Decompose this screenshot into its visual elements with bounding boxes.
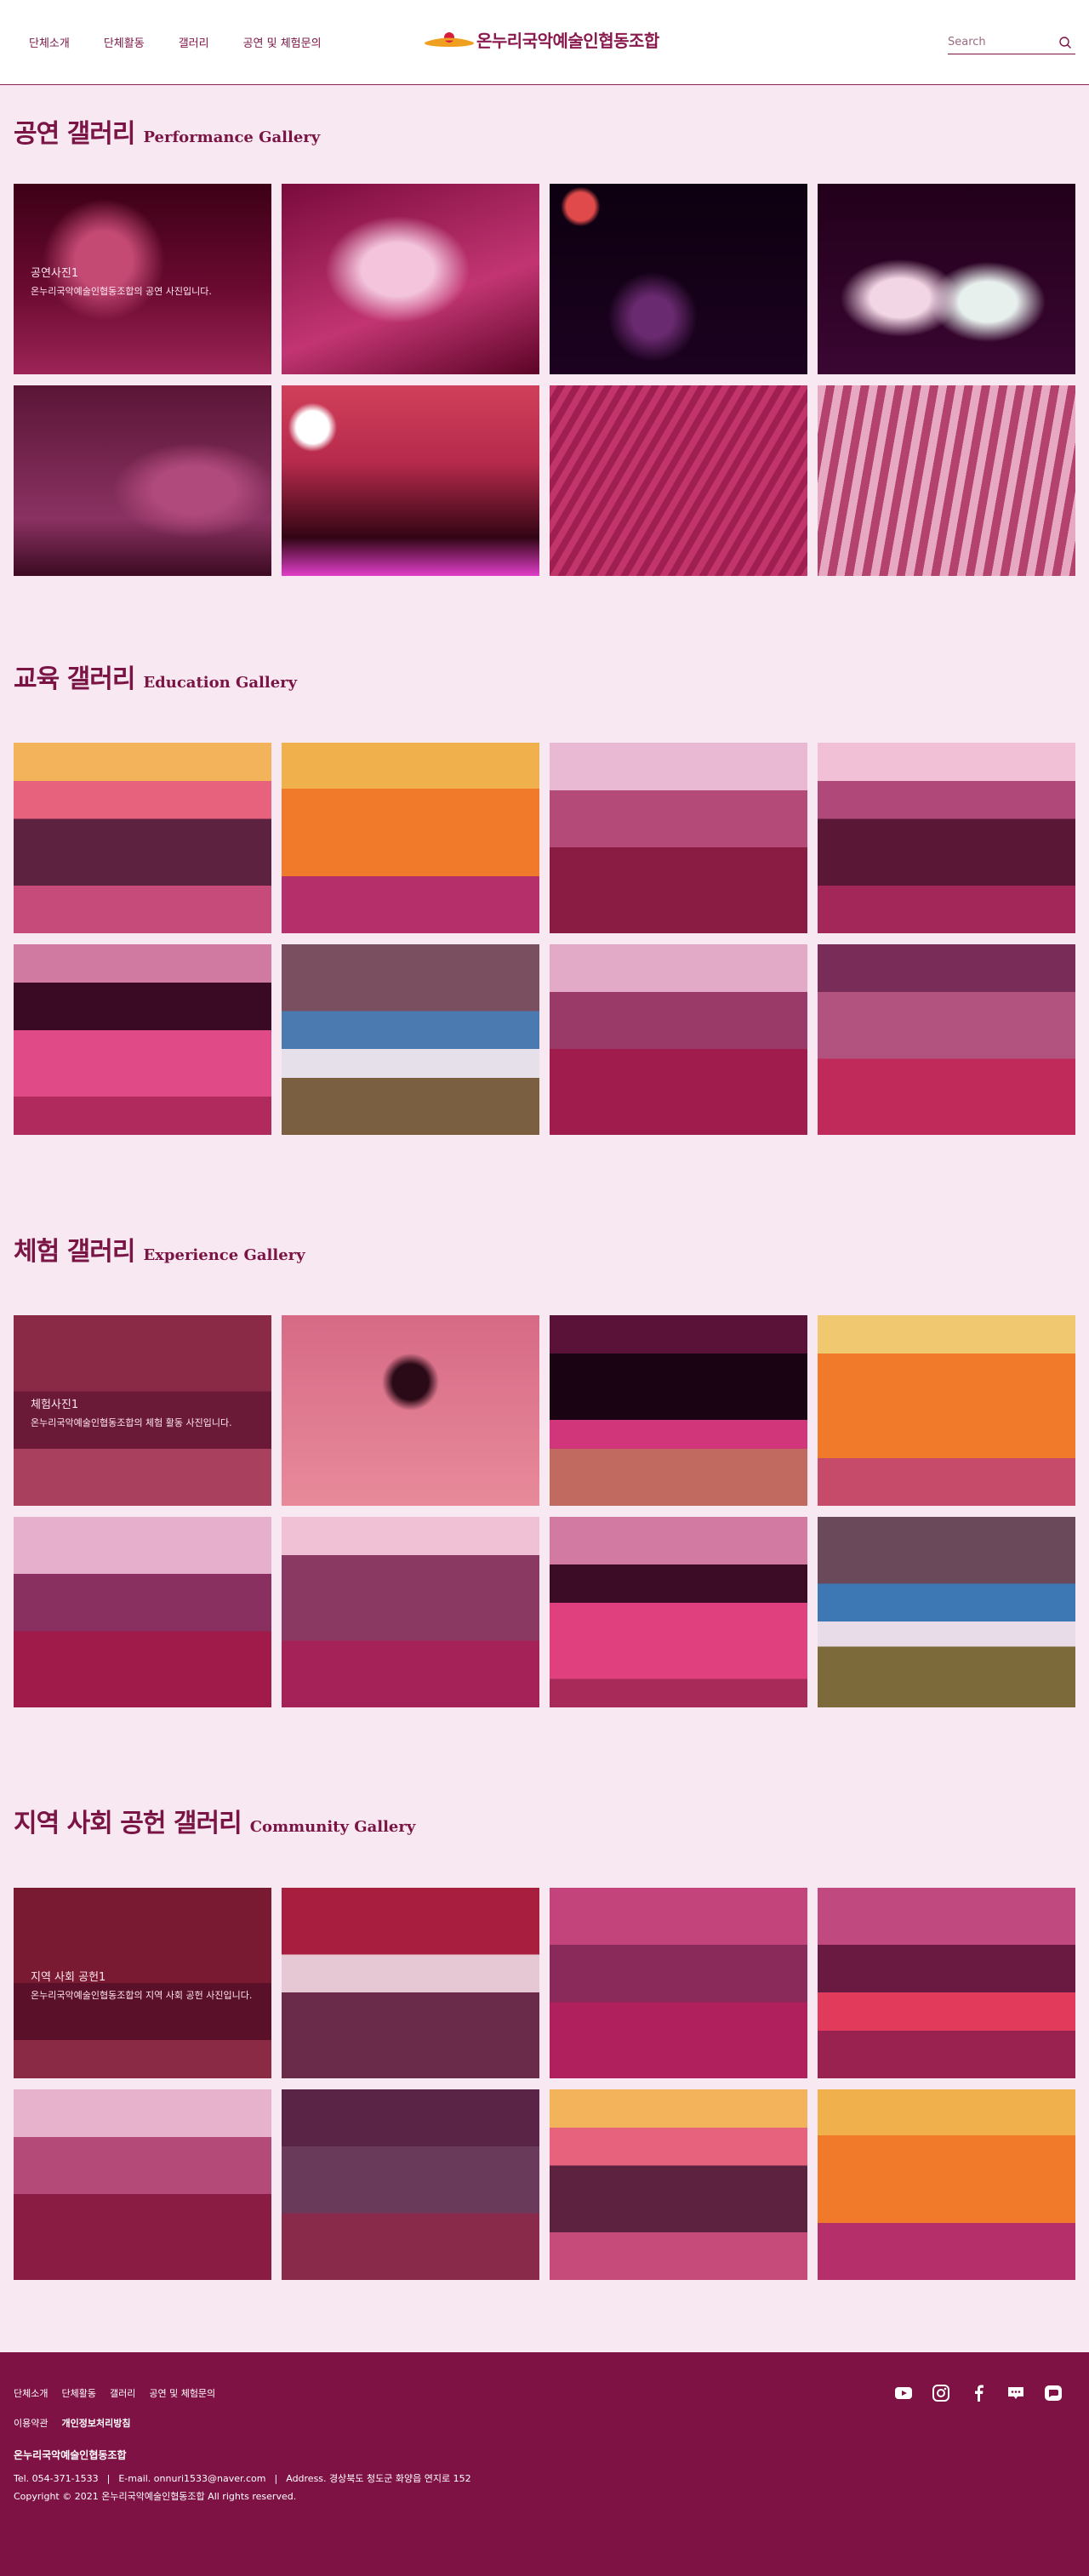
section-title-en: Performance Gallery xyxy=(143,128,321,146)
footer-nav: 단체소개 단체활동 갤러리 공연 및 체험문의 xyxy=(14,2386,229,2400)
gallery-photo[interactable] xyxy=(818,1517,1075,1707)
gallery-photo[interactable] xyxy=(818,1888,1075,2078)
section-title: 공연 갤러리 Performance Gallery xyxy=(14,112,320,150)
gallery-grid: 체험사진1 온누리국악예술인협동조합의 체험 활동 사진입니다. xyxy=(14,1315,1075,1707)
section-title-ko: 체험 갤러리 xyxy=(14,1237,135,1267)
footer-nav-activities[interactable]: 단체활동 xyxy=(61,2386,95,2400)
gallery-photo[interactable] xyxy=(282,1315,539,1506)
caption-title: 지역 사회 공헌1 xyxy=(31,1971,106,1984)
gallery-photo[interactable] xyxy=(550,2089,807,2280)
site-logo[interactable]: 온누리국악예술인협동조합 xyxy=(424,26,659,52)
caption-desc: 온누리국악예술인협동조합의 공연 사진입니다. xyxy=(31,286,212,297)
blog-icon[interactable] xyxy=(1006,2384,1025,2402)
caption-desc: 온누리국악예술인협동조합의 지역 사회 공헌 사진입니다. xyxy=(31,1990,253,2001)
gallery-photo[interactable] xyxy=(550,385,807,576)
gallery-photo[interactable] xyxy=(818,944,1075,1135)
photo-caption: 체험사진1 온누리국악예술인협동조합의 체험 활동 사진입니다. xyxy=(31,1395,232,1430)
gallery-photo[interactable] xyxy=(550,1517,807,1707)
nav-item-inquiry[interactable]: 공연 및 체험문의 xyxy=(243,34,322,50)
caption-desc: 온누리국악예술인협동조합의 체험 활동 사진입니다. xyxy=(31,1417,232,1428)
youtube-icon[interactable] xyxy=(894,2384,913,2402)
photo-caption: 지역 사회 공헌1 온누리국악예술인협동조합의 지역 사회 공헌 사진입니다. xyxy=(31,1968,252,2003)
gallery-photo[interactable] xyxy=(282,944,539,1135)
gallery-photo[interactable] xyxy=(14,2089,271,2280)
facebook-icon[interactable] xyxy=(969,2384,988,2402)
instagram-icon[interactable] xyxy=(932,2384,950,2402)
nav-item-gallery[interactable]: 갤러리 xyxy=(179,34,209,50)
logo-emblem-icon xyxy=(425,32,474,47)
search-icon[interactable] xyxy=(1058,36,1072,49)
search-input[interactable] xyxy=(948,36,1055,48)
section-title-ko: 지역 사회 공헌 갤러리 xyxy=(14,1809,242,1838)
section-title: 교육 갤러리 Education Gallery xyxy=(14,658,297,695)
gallery-photo[interactable] xyxy=(818,385,1075,576)
main-nav: 단체소개 단체활동 갤러리 공연 및 체험문의 xyxy=(29,34,356,50)
gallery-photo[interactable] xyxy=(282,1517,539,1707)
section-title-en: Experience Gallery xyxy=(143,1246,305,1264)
section-title: 체험 갤러리 Experience Gallery xyxy=(14,1230,305,1268)
gallery-grid: 지역 사회 공헌1 온누리국악예술인협동조합의 지역 사회 공헌 사진입니다. xyxy=(14,1888,1075,2280)
gallery-photo[interactable] xyxy=(14,1517,271,1707)
gallery-photo[interactable] xyxy=(818,743,1075,933)
gallery-photo[interactable] xyxy=(14,385,271,576)
gallery-photo[interactable] xyxy=(282,1888,539,2078)
divider: | xyxy=(106,2473,111,2484)
gallery-photo[interactable] xyxy=(550,743,807,933)
gallery-photo[interactable] xyxy=(550,1888,807,2078)
footer-contact-info: Tel. 054-371-1533 | E-mail. onnuri1533@nav… xyxy=(14,2471,471,2485)
footer-email: E-mail. onnuri1533@naver.com xyxy=(118,2473,266,2484)
gallery-photo[interactable] xyxy=(282,2089,539,2280)
section-title-en: Community Gallery xyxy=(249,1818,416,1836)
nav-item-about[interactable]: 단체소개 xyxy=(29,34,70,50)
footer-nav-inquiry[interactable]: 공연 및 체험문의 xyxy=(149,2386,215,2400)
gallery-photo[interactable] xyxy=(550,1315,807,1506)
gallery-grid: 공연사진1 온누리국악예술인협동조합의 공연 사진입니다. xyxy=(14,184,1075,576)
search-box xyxy=(948,31,1075,54)
gallery-grid xyxy=(14,743,1075,1135)
privacy-policy-link[interactable]: 개인정보처리방침 xyxy=(61,2416,130,2430)
social-links xyxy=(894,2384,1063,2402)
gallery-photo[interactable] xyxy=(818,2089,1075,2280)
section-title-en: Education Gallery xyxy=(143,674,298,692)
gallery-photo[interactable] xyxy=(14,944,271,1135)
photo-caption: 공연사진1 온누리국악예술인협동조합의 공연 사진입니다. xyxy=(31,264,212,299)
section-title: 지역 사회 공헌 갤러리 Community Gallery xyxy=(14,1802,415,1839)
gallery-photo[interactable]: 지역 사회 공헌1 온누리국악예술인협동조합의 지역 사회 공헌 사진입니다. xyxy=(14,1888,271,2078)
gallery-photo[interactable] xyxy=(550,184,807,374)
nav-item-activities[interactable]: 단체활동 xyxy=(104,34,145,50)
site-header: 단체소개 단체활동 갤러리 공연 및 체험문의 온누리국악예술인협동조합 xyxy=(0,0,1089,85)
footer-company-name: 온누리국악예술인협동조합 xyxy=(14,2449,127,2461)
gallery-photo[interactable] xyxy=(282,385,539,576)
gallery-photo[interactable]: 체험사진1 온누리국악예술인협동조합의 체험 활동 사진입니다. xyxy=(14,1315,271,1506)
divider: | xyxy=(274,2473,278,2484)
terms-link[interactable]: 이용약관 xyxy=(14,2416,48,2430)
footer-address: Address. 경상북도 청도군 화양읍 연지로 152 xyxy=(286,2473,471,2484)
experience-gallery-section: 체험 갤러리 Experience Gallery 체험사진1 온누리국악예술인협… xyxy=(14,1230,1075,1715)
education-gallery-section: 교육 갤러리 Education Gallery xyxy=(14,658,1075,1143)
footer-policy-links: 이용약관 개인정보처리방침 xyxy=(14,2416,144,2430)
site-footer: 단체소개 단체활동 갤러리 공연 및 체험문의 이용약관 개인정보처리방침 온누… xyxy=(0,2352,1089,2576)
gallery-photo[interactable] xyxy=(282,184,539,374)
gallery-photo[interactable] xyxy=(282,743,539,933)
footer-nav-gallery[interactable]: 갤러리 xyxy=(110,2386,135,2400)
kakao-channel-icon[interactable] xyxy=(1044,2384,1063,2402)
caption-title: 체험사진1 xyxy=(31,1399,79,1411)
section-title-ko: 공연 갤러리 xyxy=(14,119,135,149)
community-gallery-section: 지역 사회 공헌 갤러리 Community Gallery 지역 사회 공헌1 … xyxy=(14,1802,1075,2287)
footer-nav-about[interactable]: 단체소개 xyxy=(14,2386,48,2400)
gallery-photo[interactable] xyxy=(818,1315,1075,1506)
section-title-ko: 교육 갤러리 xyxy=(14,664,135,694)
footer-tel: Tel. 054-371-1533 xyxy=(14,2473,99,2484)
gallery-photo[interactable] xyxy=(14,743,271,933)
gallery-photo[interactable] xyxy=(818,184,1075,374)
gallery-photo[interactable]: 공연사진1 온누리국악예술인협동조합의 공연 사진입니다. xyxy=(14,184,271,374)
gallery-photo[interactable] xyxy=(550,944,807,1135)
footer-copyright: Copyright © 2021 온누리국악예술인협동조합 All rights… xyxy=(14,2491,297,2502)
performance-gallery-section: 공연 갤러리 Performance Gallery 공연사진1 온누리국악예술인… xyxy=(14,112,1075,589)
caption-title: 공연사진1 xyxy=(31,267,79,280)
logo-text: 온누리국악예술인협동조합 xyxy=(476,30,659,51)
